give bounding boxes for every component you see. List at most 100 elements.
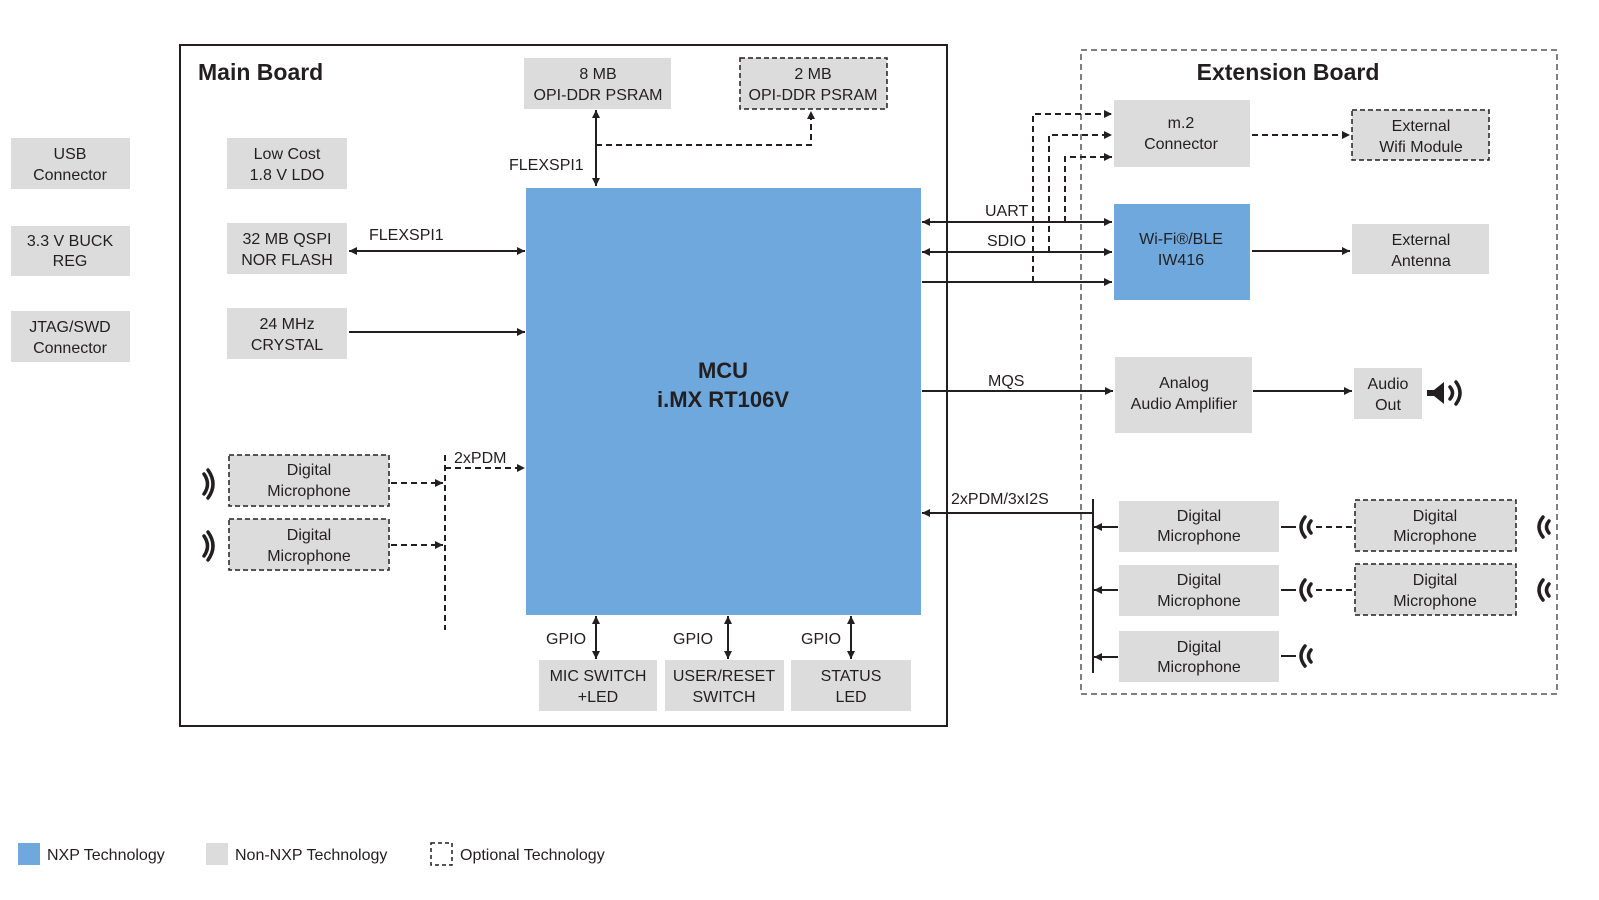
audio-amplifier-block: Analog Audio Amplifier [1115, 357, 1252, 433]
svg-text:STATUS: STATUS [821, 668, 882, 685]
sound-wave-icon [1299, 644, 1307, 668]
svg-text:External: External [1392, 232, 1451, 249]
svg-text:OPI-DDR PSRAM: OPI-DDR PSRAM [749, 87, 878, 104]
sound-wave-icon [1299, 578, 1307, 602]
optional-psram-link [596, 111, 815, 146]
user-reset-switch-block: USER/RESET SWITCH [665, 660, 784, 711]
svg-text:Connector: Connector [1144, 136, 1218, 153]
main-mic-1-block: Digital Microphone [228, 454, 390, 507]
svg-text:Digital: Digital [287, 462, 331, 479]
svg-text:Digital: Digital [1413, 508, 1457, 525]
svg-text:OPI-DDR PSRAM: OPI-DDR PSRAM [534, 87, 663, 104]
svg-text:MIC SWITCH: MIC SWITCH [550, 668, 647, 685]
svg-text:3.3 V BUCK: 3.3 V BUCK [27, 233, 114, 250]
mic-switch-block: MIC SWITCH +LED [539, 660, 657, 711]
main-board-title: Main Board [198, 59, 323, 85]
svg-text:External: External [1392, 118, 1451, 135]
crystal-block: 24 MHz CRYSTAL [227, 308, 347, 359]
svg-text:Digital: Digital [1177, 639, 1221, 656]
svg-text:CRYSTAL: CRYSTAL [251, 337, 323, 354]
m2-link-3 [1064, 153, 1112, 222]
sound-wave-icon [1544, 519, 1551, 535]
block-diagram: Main Board Extension Board USB Connector… [11, 44, 1558, 866]
ext-opt-mic-2-block: Digital Microphone [1354, 563, 1517, 616]
svg-text:Connector: Connector [33, 167, 107, 184]
svg-text:Microphone: Microphone [267, 483, 351, 500]
legend-label-optional: Optional Technology [460, 847, 605, 864]
svg-text:Digital: Digital [1177, 508, 1221, 525]
svg-text:USER/RESET: USER/RESET [673, 668, 775, 685]
svg-text:Antenna: Antenna [1391, 253, 1451, 270]
svg-text:Low Cost: Low Cost [254, 146, 321, 163]
legend-label-non-nxp: Non-NXP Technology [235, 847, 387, 864]
legend-label-nxp: NXP Technology [47, 847, 165, 864]
ldo-block: Low Cost 1.8 V LDO [227, 138, 347, 189]
svg-text:Microphone: Microphone [1393, 528, 1477, 545]
flexspi-psram-label: FLEXSPI1 [509, 157, 584, 174]
svg-text:LED: LED [835, 689, 866, 706]
buck-regulator-block: 3.3 V BUCK REG [11, 226, 130, 276]
sound-wave-icon [202, 534, 210, 558]
gpio-label-2: GPIO [673, 631, 713, 648]
ext-opt-mic-1-block: Digital Microphone [1354, 499, 1517, 552]
extension-board-title: Extension Board [1197, 59, 1380, 85]
sound-wave-icon [1544, 582, 1551, 598]
m2-connector-block: m.2 Connector [1114, 100, 1250, 167]
svg-text:Microphone: Microphone [267, 548, 351, 565]
mcu-block: MCU i.MX RT106V [526, 188, 921, 615]
mqs-label: MQS [988, 373, 1024, 390]
sdio-label: SDIO [987, 233, 1026, 250]
jtag-connector-block: JTAG/SWD Connector [11, 311, 130, 362]
svg-text:i.MX RT106V: i.MX RT106V [657, 387, 789, 412]
legend: NXP Technology Non-NXP Technology Option… [18, 842, 605, 866]
sound-wave-icon [1306, 519, 1313, 535]
svg-text:Analog: Analog [1159, 375, 1209, 392]
gpio-label-1: GPIO [546, 631, 586, 648]
svg-text:NOR FLASH: NOR FLASH [241, 252, 333, 269]
flexspi-nor-label: FLEXSPI1 [369, 227, 444, 244]
svg-text:Wi-Fi®/BLE: Wi-Fi®/BLE [1139, 231, 1223, 248]
svg-text:Microphone: Microphone [1393, 593, 1477, 610]
svg-text:Microphone: Microphone [1157, 528, 1241, 545]
legend-swatch-optional [430, 842, 453, 866]
psram-8mb-block: 8 MB OPI-DDR PSRAM [524, 58, 671, 109]
sound-wave-icon [202, 472, 210, 496]
svg-text:Digital: Digital [1413, 572, 1457, 589]
gpio-label-3: GPIO [801, 631, 841, 648]
svg-text:Wifi Module: Wifi Module [1379, 139, 1463, 156]
sound-wave-icon [1306, 648, 1313, 664]
svg-text:Audio: Audio [1368, 376, 1409, 393]
legend-swatch-non-nxp [206, 843, 228, 865]
svg-text:Connector: Connector [33, 340, 107, 357]
external-wifi-module-block: External Wifi Module [1351, 109, 1490, 161]
svg-text:+LED: +LED [578, 689, 618, 706]
ext-mic-3-block: Digital Microphone [1119, 631, 1279, 682]
svg-text:Digital: Digital [287, 527, 331, 544]
sound-wave-icon [1306, 582, 1313, 598]
speaker-icon [1427, 380, 1462, 406]
audio-out-block: Audio Out [1354, 368, 1422, 419]
main-mic-2-block: Digital Microphone [228, 518, 390, 571]
svg-text:REG: REG [53, 253, 88, 270]
svg-text:32 MB QSPI: 32 MB QSPI [243, 231, 332, 248]
svg-text:1.8 V LDO: 1.8 V LDO [250, 167, 325, 184]
pdm-label: 2xPDM [454, 450, 506, 467]
external-antenna-block: External Antenna [1352, 224, 1489, 274]
svg-text:Digital: Digital [1177, 572, 1221, 589]
m2-link-1 [1032, 110, 1112, 282]
svg-text:2 MB: 2 MB [794, 66, 831, 83]
svg-text:MCU: MCU [698, 358, 748, 383]
status-led-block: STATUS LED [791, 660, 911, 711]
svg-text:24 MHz: 24 MHz [259, 316, 314, 333]
uart-label: UART [985, 203, 1028, 220]
svg-text:Microphone: Microphone [1157, 659, 1241, 676]
pdm-i2s-label: 2xPDM/3xI2S [951, 491, 1049, 508]
sound-wave-icon [1537, 578, 1545, 602]
svg-text:IW416: IW416 [1158, 252, 1204, 269]
psram-2mb-block: 2 MB OPI-DDR PSRAM [739, 57, 888, 110]
svg-text:m.2: m.2 [1168, 115, 1195, 132]
ext-mic-2-block: Digital Microphone [1119, 565, 1279, 616]
svg-text:USB: USB [54, 146, 87, 163]
legend-swatch-nxp [18, 843, 40, 865]
svg-text:JTAG/SWD: JTAG/SWD [29, 319, 110, 336]
